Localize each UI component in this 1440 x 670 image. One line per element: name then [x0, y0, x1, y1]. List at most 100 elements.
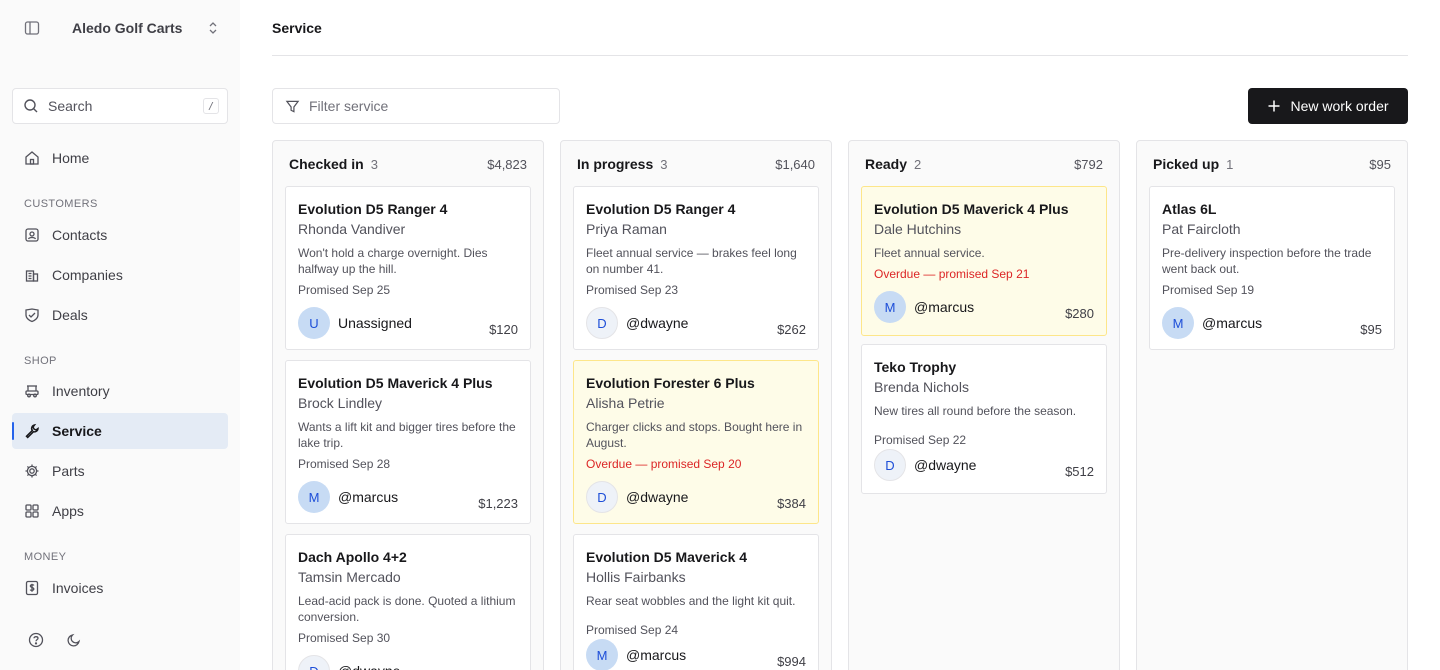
new-work-order-button[interactable]: New work order: [1248, 88, 1408, 124]
work-order-card[interactable]: Evolution D5 Ranger 4 Rhonda Vandiver Won'…: [285, 186, 531, 350]
sidebar-item-label: Contacts: [52, 227, 108, 243]
section-customers: CUSTOMERS: [24, 198, 98, 210]
card-price: $280: [1065, 306, 1094, 321]
column-name: Ready: [865, 156, 908, 172]
sidebar-item-deals[interactable]: Deals: [12, 297, 228, 333]
card-customer: Priya Raman: [586, 221, 667, 237]
card-promised: Promised Sep 22: [874, 433, 967, 447]
section-shop: SHOP: [24, 355, 57, 367]
sidebar-item-parts[interactable]: Parts: [12, 453, 228, 489]
sidebar-item-contacts[interactable]: Contacts: [12, 217, 228, 253]
assignee-name: @dwayne: [626, 315, 689, 331]
card-customer: Hollis Fairbanks: [586, 569, 686, 585]
avatar: D: [298, 655, 330, 670]
card-promised: Promised Sep 30: [298, 631, 391, 645]
invoice-icon: [24, 580, 40, 596]
assignee-name: @dwayne: [626, 489, 689, 505]
filter-input[interactable]: Filter service: [272, 88, 560, 124]
card-price: $262: [777, 322, 806, 337]
column-count: 2: [914, 157, 922, 172]
sidebar-item-companies[interactable]: Companies: [12, 257, 228, 293]
card-title: Atlas 6L: [1162, 201, 1217, 217]
avatar: D: [586, 307, 618, 339]
avatar: M: [298, 481, 330, 513]
column-header: In progress 3 $1,640: [577, 156, 815, 172]
card-customer: Rhonda Vandiver: [298, 221, 406, 237]
card-description: Lead-acid pack is done. Quoted a lithium…: [298, 594, 516, 624]
section-money: MONEY: [24, 551, 67, 563]
card-overdue: Overdue — promised Sep 21: [874, 267, 1030, 281]
sidebar-item-apps[interactable]: Apps: [12, 493, 228, 529]
search-shortcut: /: [203, 98, 219, 114]
card-assignee[interactable]: D @dwayne: [586, 307, 688, 339]
column-picked-up: Picked up 1 $95 Atlas 6L Pat Faircloth Pre-de…: [1136, 140, 1408, 670]
column-name: In progress: [577, 156, 654, 172]
card-description: Fleet annual service — brakes feel long …: [586, 246, 797, 276]
card-title: Evolution D5 Ranger 4: [298, 201, 448, 217]
plus-icon: [1267, 99, 1281, 113]
column-ready: Ready 2 $792 Evolution D5 Maverick 4 Plus Da…: [848, 140, 1120, 670]
golf-cart-icon: [24, 383, 40, 399]
work-order-card[interactable]: Teko Trophy Brenda Nichols New tires all r…: [861, 344, 1107, 494]
card-assignee[interactable]: D @dwayne: [586, 481, 688, 513]
workspace-name: Aledo Golf Carts: [72, 20, 183, 36]
wrench-icon: [24, 423, 40, 439]
filter-placeholder: Filter service: [309, 98, 389, 114]
card-title: Evolution D5 Maverick 4: [586, 549, 748, 565]
work-order-card[interactable]: Atlas 6L Pat Faircloth Pre-delivery inspec…: [1149, 186, 1395, 350]
work-order-card[interactable]: Evolution D5 Ranger 4 Priya Raman Fleet an…: [573, 186, 819, 350]
card-assignee[interactable]: M @marcus: [298, 481, 398, 513]
work-order-card[interactable]: Evolution D5 Maverick 4 Hollis Fairbanks R…: [573, 534, 819, 670]
card-assignee[interactable]: D @dwayne: [874, 449, 976, 481]
search-input[interactable]: Search /: [12, 88, 228, 124]
work-order-card[interactable]: Dach Apollo 4+2 Tamsin Mercado Lead-acid p…: [285, 534, 531, 670]
card-assignee[interactable]: M @marcus: [874, 291, 974, 323]
filter-icon: [285, 99, 300, 114]
assignee-name: @marcus: [338, 489, 399, 505]
column-header: Picked up 1 $95: [1153, 156, 1391, 172]
sidebar-toggle-icon[interactable]: [12, 8, 52, 48]
card-promised: Promised Sep 23: [586, 283, 679, 297]
avatar: D: [874, 449, 906, 481]
work-order-card[interactable]: Evolution D5 Maverick 4 Plus Dale Hutchin…: [861, 186, 1107, 336]
card-customer: Dale Hutchins: [874, 221, 962, 237]
sidebar-item-label: Deals: [52, 307, 88, 323]
card-description: Won't hold a charge overnight. Dies half…: [298, 246, 488, 276]
card-description: Wants a lift kit and bigger tires before…: [298, 420, 516, 450]
card-price: $1,223: [478, 496, 518, 511]
card-assignee[interactable]: U Unassigned: [298, 307, 412, 339]
sidebar-item-label: Parts: [52, 463, 85, 479]
title-divider: [272, 55, 1408, 56]
main-content: Service Filter service New work order Ch…: [240, 0, 1440, 670]
sidebar-item-inventory[interactable]: Inventory: [12, 373, 228, 409]
home-icon: [24, 150, 40, 166]
sidebar-item-service[interactable]: Service: [12, 413, 228, 449]
work-order-card[interactable]: Evolution D5 Maverick 4 Plus Brock Lindle…: [285, 360, 531, 524]
sidebar-item-label: Service: [52, 423, 102, 439]
card-title: Teko Trophy: [874, 359, 957, 375]
column-count: 3: [660, 157, 668, 172]
card-customer: Alisha Petrie: [586, 395, 665, 411]
card-assignee[interactable]: D @dwayne: [298, 655, 400, 670]
card-assignee[interactable]: M @marcus: [586, 639, 686, 670]
gear-icon: [24, 463, 40, 479]
card-price: $384: [777, 496, 806, 511]
sidebar: Aledo Golf Carts Search / Home CUSTOMERS…: [0, 0, 240, 670]
card-promised: Promised Sep 25: [298, 283, 391, 297]
card-title: Evolution D5 Maverick 4 Plus: [874, 201, 1069, 217]
work-order-card[interactable]: Evolution Forester 6 Plus Alisha Petrie Ch…: [573, 360, 819, 524]
workspace-switcher[interactable]: Aledo Golf Carts: [12, 8, 228, 48]
card-assignee[interactable]: M @marcus: [1162, 307, 1262, 339]
sidebar-item-invoices[interactable]: Invoices: [12, 570, 228, 606]
moon-icon[interactable]: [65, 631, 83, 649]
card-customer: Brenda Nichols: [874, 379, 969, 395]
column-total: $4,823: [487, 157, 527, 172]
card-description: Rear seat wobbles and the light kit quit…: [586, 594, 796, 608]
sidebar-item-home[interactable]: Home: [12, 140, 228, 176]
assignee-name: @marcus: [1202, 315, 1263, 331]
column-total: $1,640: [775, 157, 815, 172]
column-count: 1: [1226, 157, 1234, 172]
help-icon[interactable]: [27, 631, 45, 649]
sidebar-item-label: Apps: [52, 503, 84, 519]
card-price: $512: [1065, 464, 1094, 479]
